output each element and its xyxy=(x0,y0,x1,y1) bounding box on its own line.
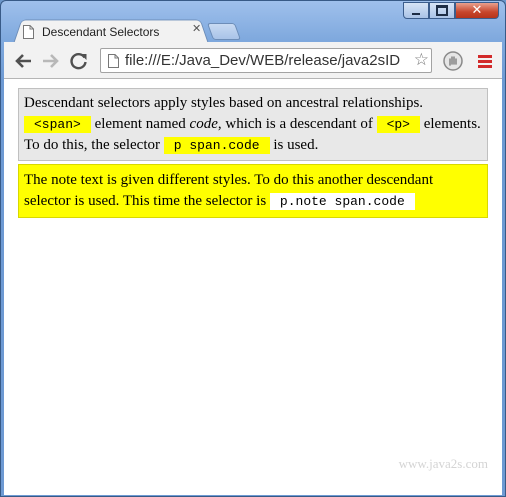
back-arrow-icon xyxy=(15,54,31,68)
code-selector: p span.code xyxy=(163,137,270,154)
code-p-tag: <p> xyxy=(376,116,420,133)
code-note-selector: p.note span.code xyxy=(269,193,415,210)
minimize-button[interactable] xyxy=(403,2,429,19)
p1-text-2: element named xyxy=(90,116,190,132)
tab-close-icon[interactable]: ✕ xyxy=(192,22,201,35)
p1-emphasis: code xyxy=(189,116,218,132)
new-tab-button[interactable] xyxy=(206,23,242,40)
address-bar[interactable]: file:///E:/Java_Dev/WEB/release/java2sID… xyxy=(100,48,432,73)
page-viewport: Descendant selectors apply styles based … xyxy=(4,79,502,495)
tab-title: Descendant Selectors xyxy=(42,25,160,39)
p1-text-5: is used. xyxy=(269,137,319,153)
forward-arrow-icon xyxy=(43,54,59,68)
page-icon xyxy=(108,54,119,68)
menu-button[interactable] xyxy=(474,50,496,72)
back-button[interactable] xyxy=(12,50,34,72)
tab-label-group: Descendant Selectors xyxy=(23,23,159,41)
close-window-button[interactable]: ✕ xyxy=(455,2,499,19)
close-icon: ✕ xyxy=(471,3,483,18)
maximize-icon xyxy=(436,5,448,16)
p1-text-1: Descendant selectors apply styles based … xyxy=(24,95,424,111)
watermark-text: www.java2s.com xyxy=(398,456,488,471)
minimize-icon xyxy=(412,12,420,15)
window-controls: ✕ xyxy=(403,2,499,19)
forward-button[interactable] xyxy=(40,50,62,72)
reload-button[interactable] xyxy=(68,50,90,72)
code-span-tag: <span> xyxy=(24,116,91,133)
bookmark-star-icon[interactable]: ☆ xyxy=(410,50,429,70)
paragraph-note: The note text is given different styles.… xyxy=(18,164,488,218)
url-text: file:///E:/Java_Dev/WEB/release/java2sID xyxy=(125,52,401,69)
browser-toolbar: file:///E:/Java_Dev/WEB/release/java2sID… xyxy=(4,42,502,79)
browser-window: ✕ Descendant Selectors ✕ file:///E:/Java… xyxy=(0,0,506,497)
maximize-button[interactable] xyxy=(429,2,455,19)
extension-button[interactable] xyxy=(442,50,464,72)
p1-text-3: , which is a descendant of xyxy=(217,116,377,132)
reload-icon xyxy=(70,53,87,70)
hand-stop-icon xyxy=(443,51,463,71)
paragraph-description: Descendant selectors apply styles based … xyxy=(18,88,488,161)
page-icon xyxy=(23,25,34,39)
hamburger-menu-icon xyxy=(478,54,492,68)
